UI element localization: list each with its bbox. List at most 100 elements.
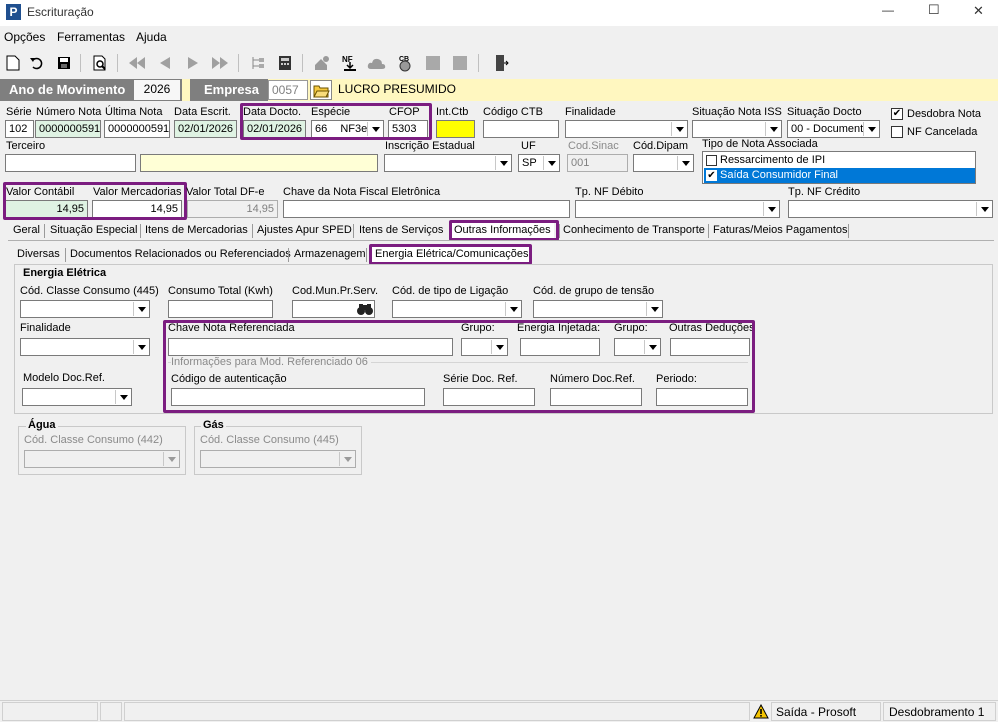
- cod-sinac-label: Cod.Sinac: [568, 140, 619, 152]
- tab-conhecimento-transporte[interactable]: Conhecimento de Transporte: [560, 222, 708, 240]
- consumo-total-field[interactable]: [168, 300, 273, 318]
- data-escrit-field[interactable]: 02/01/2026: [174, 120, 237, 138]
- tab-ajustes-apur-sped[interactable]: Ajustes Apur SPED: [254, 222, 355, 240]
- previous-record-icon[interactable]: [154, 52, 176, 74]
- menu-ajuda[interactable]: Ajuda: [136, 30, 167, 44]
- cloud-icon[interactable]: [366, 52, 388, 74]
- tp-debito-select[interactable]: [575, 200, 780, 218]
- situacao-docto-select[interactable]: 00 - Document: [787, 120, 880, 138]
- grupo-tensao-select[interactable]: [533, 300, 663, 318]
- tab-itens-mercadorias[interactable]: Itens de Mercadorias: [142, 222, 251, 240]
- chevron-down-icon[interactable]: [976, 202, 991, 216]
- data-docto-field[interactable]: 02/01/2026: [243, 120, 306, 138]
- subtab-energia-eletrica[interactable]: Energia Elétrica/Comunicações: [372, 246, 532, 264]
- uf-select[interactable]: SP: [518, 154, 560, 172]
- periodo-field[interactable]: [656, 388, 748, 406]
- chevron-down-icon[interactable]: [765, 122, 780, 136]
- outras-deducoes-field[interactable]: [670, 338, 750, 356]
- modelo-doc-select[interactable]: [22, 388, 132, 406]
- tp-credito-select[interactable]: [788, 200, 993, 218]
- ano-field[interactable]: 2026: [134, 80, 180, 100]
- saida-consumidor-checkbox[interactable]: ✔: [706, 170, 717, 181]
- terceiro-field[interactable]: [5, 154, 136, 172]
- tools-icon[interactable]: [311, 52, 333, 74]
- tab-outras-informacoes[interactable]: Outras Informações: [451, 222, 554, 240]
- tab-faturas-meios-pagamentos[interactable]: Faturas/Meios Pagamentos: [710, 222, 851, 240]
- chevron-down-icon[interactable]: [495, 156, 510, 170]
- numero-doc-field[interactable]: [550, 388, 642, 406]
- chevron-down-icon[interactable]: [367, 122, 382, 136]
- cb-coins-icon[interactable]: CB: [394, 52, 416, 74]
- chevron-down-icon[interactable]: [863, 122, 878, 136]
- exit-door-icon[interactable]: [490, 52, 512, 74]
- menu-opcoes[interactable]: Opções: [4, 30, 45, 44]
- tipo-nota-item-saida-consumidor[interactable]: ✔ Saída Consumidor Final: [704, 168, 975, 183]
- menu-ferramentas[interactable]: Ferramentas: [57, 30, 125, 44]
- tab-itens-servicos[interactable]: Itens de Serviços: [356, 222, 447, 240]
- codigo-ctb-field[interactable]: [483, 120, 559, 138]
- numero-nota-field[interactable]: 0000000591: [35, 120, 101, 138]
- tab-situacao-especial[interactable]: Situação Especial: [47, 222, 141, 240]
- chevron-down-icon[interactable]: [646, 302, 661, 316]
- chevron-down-icon[interactable]: [644, 340, 659, 354]
- codigo-autenticacao-field[interactable]: [171, 388, 425, 406]
- finalidade-select[interactable]: [565, 120, 688, 138]
- subtab-diversas[interactable]: Diversas: [14, 246, 63, 264]
- tab-geral[interactable]: Geral: [10, 222, 43, 240]
- cod-dipam-select[interactable]: [633, 154, 694, 172]
- serie-doc-field[interactable]: [443, 388, 535, 406]
- terceiro-name-field: [140, 154, 378, 172]
- energia-finalidade-select[interactable]: [20, 338, 150, 356]
- int-ctb-field[interactable]: [436, 120, 475, 138]
- especie-select[interactable]: 66 NF3e: [311, 120, 384, 138]
- next-record-icon[interactable]: [182, 52, 204, 74]
- ressarcimento-checkbox[interactable]: [706, 155, 717, 166]
- grupo2-select[interactable]: [614, 338, 661, 356]
- last-record-icon[interactable]: [209, 52, 231, 74]
- serie-field[interactable]: 102: [5, 120, 34, 138]
- chevron-down-icon[interactable]: [543, 156, 558, 170]
- situacao-iss-select[interactable]: [692, 120, 782, 138]
- chevron-down-icon[interactable]: [671, 122, 686, 136]
- nfe-download-icon[interactable]: NF: [339, 52, 361, 74]
- chave-ref-field[interactable]: [168, 338, 453, 356]
- tipo-nota-list[interactable]: Ressarcimento de IPI ✔ Saída Consumidor …: [702, 151, 976, 184]
- cfop-field[interactable]: 5303: [388, 120, 428, 138]
- first-record-icon[interactable]: [126, 52, 148, 74]
- chevron-down-icon[interactable]: [505, 302, 520, 316]
- chevron-down-icon[interactable]: [133, 340, 148, 354]
- print-preview-icon[interactable]: [89, 52, 111, 74]
- close-button[interactable]: ✕: [973, 3, 984, 19]
- tree-icon[interactable]: [247, 52, 269, 74]
- chevron-down-icon[interactable]: [677, 156, 692, 170]
- subtab-documentos-relacionados[interactable]: Documentos Relacionados ou Referenciados: [67, 246, 294, 264]
- binoculars-icon[interactable]: [356, 301, 374, 317]
- chevron-down-icon[interactable]: [133, 302, 148, 316]
- grupo1-select[interactable]: [461, 338, 508, 356]
- valor-mercadorias-field[interactable]: 14,95: [92, 200, 182, 218]
- folder-open-icon[interactable]: [310, 80, 332, 100]
- tipo-ligacao-select[interactable]: [392, 300, 522, 318]
- energia-injetada-field[interactable]: [520, 338, 600, 356]
- classe-consumo-select[interactable]: [20, 300, 150, 318]
- valor-contabil-field[interactable]: 14,95: [5, 200, 88, 218]
- new-document-icon[interactable]: [2, 52, 24, 74]
- desdobra-checkbox[interactable]: ✔: [891, 108, 903, 120]
- inscricao-select[interactable]: [384, 154, 512, 172]
- chevron-down-icon[interactable]: [491, 340, 506, 354]
- status-panel-3: [124, 702, 750, 721]
- undo-icon[interactable]: [26, 52, 48, 74]
- nf-cancelada-checkbox[interactable]: [891, 126, 903, 138]
- calculator-icon[interactable]: [274, 52, 296, 74]
- empresa-code-field[interactable]: 0057: [268, 80, 308, 100]
- chave-field[interactable]: [283, 200, 570, 218]
- grid-icon[interactable]: [422, 52, 444, 74]
- save-icon[interactable]: [53, 52, 75, 74]
- minimize-button[interactable]: —: [882, 3, 894, 17]
- subtab-armazenagem[interactable]: Armazenagem: [291, 246, 369, 264]
- chevron-down-icon[interactable]: [763, 202, 778, 216]
- tipo-nota-item-ressarcimento[interactable]: Ressarcimento de IPI: [704, 153, 974, 168]
- chevron-down-icon[interactable]: [115, 390, 130, 404]
- maximize-button[interactable]: ☐: [928, 2, 940, 18]
- stop-icon[interactable]: [449, 52, 471, 74]
